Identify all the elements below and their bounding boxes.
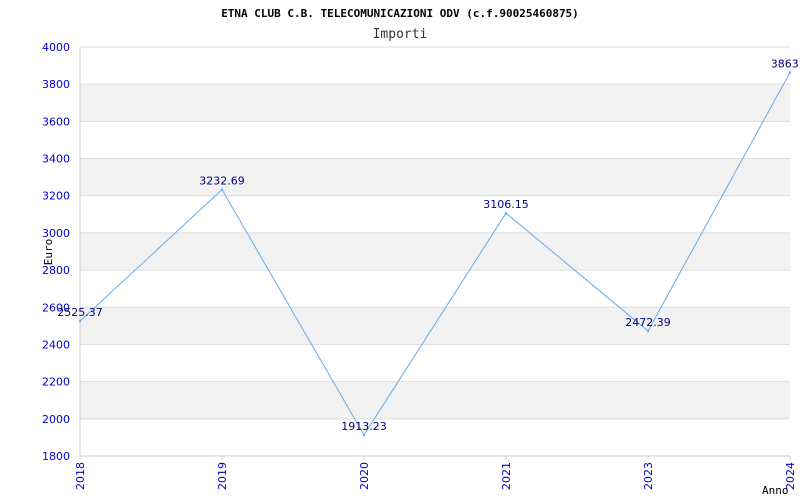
y-tick-label: 2000 [42,413,70,426]
x-tick-label: 2023 [642,462,655,490]
data-point [78,319,82,323]
y-tick-label: 3200 [42,190,70,203]
grid-band [80,381,790,419]
data-label: 1913.23 [341,420,387,433]
y-tick-label: 3400 [42,153,70,166]
chart-subtitle: Importi [373,27,428,42]
y-axis-label: Euro [42,239,55,266]
data-point [220,188,224,191]
x-tick-label: 2021 [500,462,513,490]
grid-band [80,158,790,196]
grid-band [80,84,790,122]
x-tick-label: 2019 [216,462,229,490]
y-tick-label: 3000 [42,227,70,240]
data-label: 2472.39 [625,316,671,329]
y-tick-label: 2200 [42,376,70,389]
grid-band [80,307,790,345]
y-tick-label: 2400 [42,338,70,351]
y-tick-label: 4000 [42,41,70,54]
y-tick-label: 3600 [42,115,70,128]
y-tick-label: 3800 [42,78,70,91]
data-label: 3232.69 [199,175,245,188]
background-bands [80,84,790,419]
grid-band [80,232,790,271]
x-axis-label: Anno [762,484,789,497]
x-tick-label: 2018 [74,462,87,490]
data-label: 3106.15 [483,198,529,211]
data-point [646,329,650,333]
line-chart: ETNA CLUB C.B. TELECOMUNICAZIONI ODV (c.… [42,7,800,497]
data-label: 3863.1 [771,57,800,70]
x-tick-label: 2020 [358,462,371,490]
data-point [362,433,366,437]
y-tick-label: 1800 [42,450,70,463]
chart-title: ETNA CLUB C.B. TELECOMUNICAZIONI ODV (c.… [221,7,579,20]
data-label: 2525.37 [57,306,103,319]
data-point [504,211,508,215]
x-tick-labels: 2018 2019 2020 2021 2023 2024 [74,462,797,490]
data-point [788,71,792,74]
chart: ETNA CLUB C.B. TELECOMUNICAZIONI ODV (c.… [0,0,800,500]
